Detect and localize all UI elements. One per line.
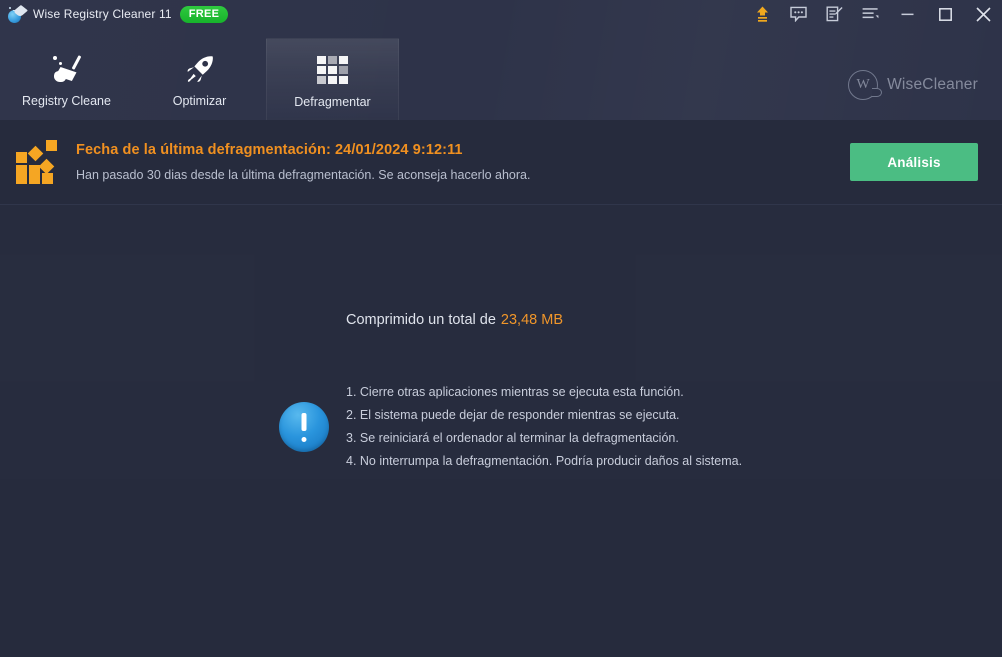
rocket-icon (184, 49, 216, 89)
list-item: 3. Se reiniciará el ordenador al termina… (346, 431, 679, 445)
free-badge: FREE (179, 5, 229, 23)
title-bar: Wise Registry Cleaner 11 FREE (0, 0, 1002, 28)
list-item: 1. Cierre otras aplicaciones mientras se… (346, 385, 684, 399)
edit-note-icon[interactable] (816, 0, 852, 28)
notice-block: 1. Cierre otras aplicaciones mientras se… (279, 381, 742, 473)
main-content: Comprimido un total de 23,48 MB 1. Cierre… (0, 205, 1002, 656)
tab-label-defragmentar: Defragmentar (294, 95, 371, 109)
app-window: Wise Registry Cleaner 11 FREE Registry C… (0, 0, 1002, 657)
tab-optimizar[interactable]: Optimizar (133, 38, 266, 120)
banner-subtitle: Han pasado 30 dias desde la última defra… (76, 168, 531, 182)
app-logo-icon (8, 4, 28, 23)
compressed-total: Comprimido un total de 23,48 MB (346, 312, 563, 328)
main-navigation: Registry Cleane Optimizar Defragmentar (0, 38, 399, 120)
feedback-chat-icon[interactable] (780, 0, 816, 28)
wisecleaner-logo-icon: W (848, 70, 883, 100)
brand-name: WiseCleaner (887, 76, 978, 93)
maximize-icon[interactable] (926, 0, 964, 28)
upgrade-arrow-icon[interactable] (744, 0, 780, 28)
list-item: 2. El sistema puede dejar de responder m… (346, 408, 680, 422)
title-bar-left: Wise Registry Cleaner 11 FREE (0, 4, 229, 23)
minimize-icon[interactable] (888, 0, 926, 28)
scan-button[interactable]: Análisis (850, 143, 978, 181)
list-item: 4. No interrumpa la defragmentación. Pod… (346, 454, 743, 468)
tab-label-optimizar: Optimizar (172, 94, 227, 108)
compressed-total-value: 23,48 MB (500, 312, 563, 328)
info-exclamation-icon (279, 402, 329, 452)
grid-blocks-icon (317, 50, 348, 90)
notice-list: 1. Cierre otras aplicaciones mientras se… (346, 381, 742, 473)
app-header: Wise Registry Cleaner 11 FREE Registry C… (0, 0, 1002, 120)
title-bar-controls (744, 0, 1002, 28)
app-title: Wise Registry Cleaner 11 (33, 7, 172, 21)
brand-mark-letter: W (856, 77, 870, 92)
tab-registry-cleaner[interactable]: Registry Cleane (0, 38, 133, 120)
compressed-total-label: Comprimido un total de (346, 312, 496, 328)
wisecleaner-brand: W WiseCleaner (848, 70, 978, 100)
status-banner: Fecha de la última defragmentación: 24/0… (0, 120, 1002, 205)
tab-defragmentar[interactable]: Defragmentar (266, 38, 399, 120)
broom-icon (51, 49, 83, 89)
tab-label-registry-cleaner: Registry Cleane (22, 94, 111, 108)
banner-title: Fecha de la última defragmentación: 24/0… (76, 142, 463, 158)
close-icon[interactable] (964, 0, 1002, 28)
menu-list-icon[interactable] (852, 0, 888, 28)
banner-text: Fecha de la última defragmentación: 24/0… (76, 142, 850, 182)
defrag-blocks-icon (16, 140, 62, 184)
